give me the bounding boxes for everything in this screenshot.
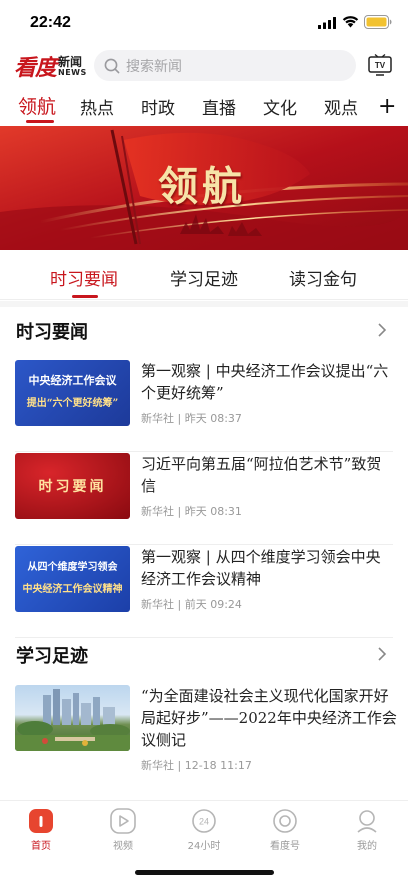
active-subtab-indicator	[72, 295, 98, 298]
news-thumbnail	[15, 685, 130, 751]
logo-en-text: NEWS	[58, 67, 87, 77]
section-divider	[0, 301, 408, 307]
subtab-duxi-jinju[interactable]: 读习金句	[289, 265, 357, 290]
channel-tabs: 领航 热点 时政 直播 文化 观点 +	[0, 90, 408, 126]
news-item[interactable]: 从四个维度学习领会 中央经济工作会议精神 第一观察 | 从四个维度学习领会中央经…	[0, 546, 408, 638]
app-header: 看度 新闻 NEWS 搜索新闻 TV	[0, 44, 408, 88]
user-icon	[357, 810, 377, 833]
status-bar: 22:42	[0, 0, 408, 44]
nav-home[interactable]: 首页	[11, 807, 71, 855]
home-icon	[29, 809, 53, 833]
banner-title: 领航	[158, 163, 246, 210]
section-header-xuexi-zuji[interactable]: 学习足迹	[0, 636, 408, 672]
news-title: “为全面建设社会主义现代化国家开好局起好步”——2022年中央经济工作会议侧记	[141, 687, 397, 749]
battery-icon	[364, 15, 392, 29]
search-icon	[104, 58, 120, 73]
tab-shizheng[interactable]: 时政	[141, 94, 175, 119]
search-placeholder: 搜索新闻	[126, 58, 182, 75]
search-input[interactable]: 搜索新闻	[94, 50, 356, 81]
news-title: 第一观察 | 中央经济工作会议提出“六个更好统筹”	[141, 362, 389, 402]
logo-sub-text: 新闻	[58, 54, 83, 69]
wifi-icon	[342, 16, 359, 28]
home-indicator	[135, 870, 274, 875]
nav-24h[interactable]: 24 24小时	[174, 807, 234, 855]
tab-linghang[interactable]: 领航	[18, 92, 56, 119]
nav-mine[interactable]: 我的	[337, 807, 397, 855]
tv-icon-label: TV	[375, 61, 386, 70]
sub-tabs: 时习要闻 学习足迹 读习金句	[0, 250, 408, 300]
status-time: 22:42	[30, 14, 71, 31]
circle-target-icon	[273, 809, 297, 833]
section-title: 学习足迹	[16, 646, 88, 667]
cellular-signal-icon	[318, 17, 336, 29]
news-meta: 新华社 | 前天 09:24	[141, 598, 242, 611]
section-header-shixi-yaowen[interactable]: 时习要闻	[0, 312, 408, 348]
active-tab-indicator	[26, 120, 54, 123]
news-item[interactable]: 时习要闻 习近平向第五届“阿拉伯艺术节”致贺信 新华社 | 昨天 08:31	[0, 453, 408, 545]
tab-zhibo[interactable]: 直播	[202, 94, 236, 119]
nav-video[interactable]: 视频	[93, 807, 153, 855]
video-play-icon	[110, 808, 136, 834]
subtab-shixi-yaowen[interactable]: 时习要闻	[50, 265, 118, 290]
tab-guandian[interactable]: 观点	[324, 94, 358, 119]
chevron-right-icon[interactable]	[377, 646, 387, 662]
news-item[interactable]: “为全面建设社会主义现代化国家开好局起好步”——2022年中央经济工作会议侧记 …	[0, 685, 408, 790]
logo-main-text: 看度	[14, 55, 57, 81]
news-meta: 新华社 | 昨天 08:31	[141, 505, 242, 518]
news-thumbnail: 中央经济工作会议 提出“六个更好统筹”	[15, 360, 130, 426]
news-thumbnail: 时习要闻	[15, 453, 130, 519]
chevron-right-icon[interactable]	[377, 322, 387, 338]
news-title: 第一观察 | 从四个维度学习领会中央经济工作会议精神	[141, 548, 381, 588]
svg-text:24: 24	[199, 817, 209, 827]
tab-wenhua[interactable]: 文化	[263, 94, 297, 119]
clock-24-icon: 24	[192, 809, 216, 833]
app-logo[interactable]: 看度 新闻 NEWS	[14, 53, 87, 81]
add-channel-icon[interactable]: +	[378, 96, 396, 118]
news-meta: 新华社 | 昨天 08:37	[141, 412, 242, 425]
news-meta: 新华社 | 12-18 11:17	[141, 759, 252, 772]
subtab-xuexi-zuji[interactable]: 学习足迹	[170, 265, 238, 290]
news-item[interactable]: 中央经济工作会议 提出“六个更好统筹” 第一观察 | 中央经济工作会议提出“六个…	[0, 360, 408, 452]
news-thumbnail: 从四个维度学习领会 中央经济工作会议精神	[15, 546, 130, 612]
tab-redian[interactable]: 热点	[80, 94, 114, 119]
city-skyline-image	[15, 689, 130, 751]
nav-kanduhao[interactable]: 看度号	[255, 807, 315, 855]
section-title: 时习要闻	[16, 322, 88, 343]
banner[interactable]: 领航	[0, 126, 408, 250]
news-title: 习近平向第五届“阿拉伯艺术节”致贺信	[141, 455, 382, 495]
tv-icon[interactable]: TV	[368, 54, 392, 76]
